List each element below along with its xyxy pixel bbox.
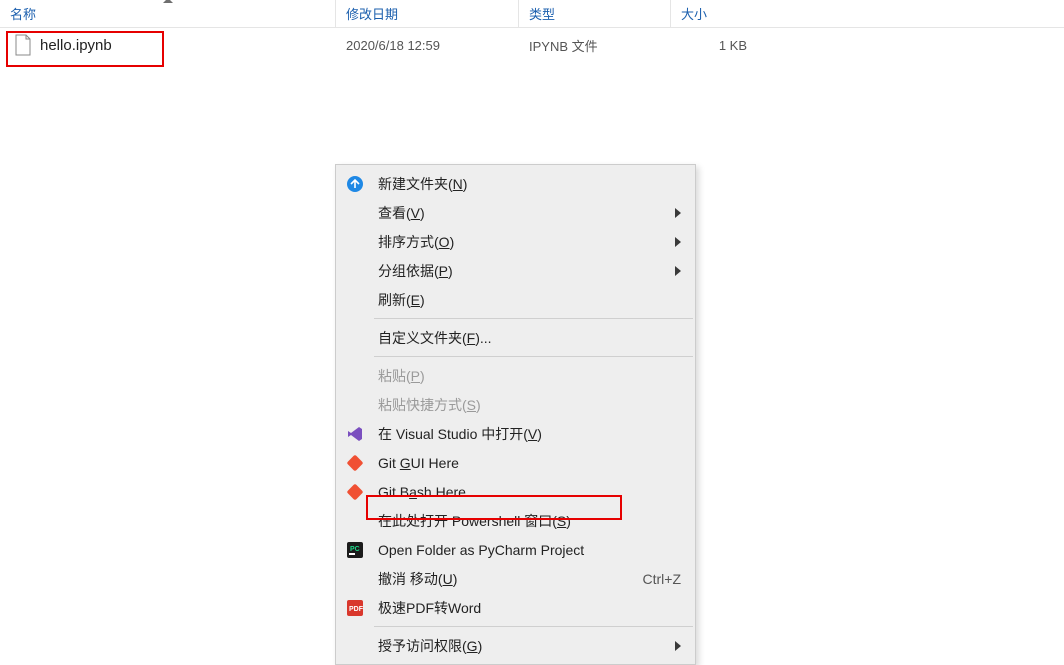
submenu-arrow-icon (675, 237, 681, 247)
col-name-label: 名称 (10, 4, 36, 23)
menu-separator (374, 356, 693, 357)
menu-pdf-to-word[interactable]: PDF 极速PDF转Word (336, 593, 695, 622)
col-header-date[interactable]: 修改日期 (336, 0, 519, 27)
col-size-label: 大小 (681, 4, 707, 23)
submenu-arrow-icon (675, 641, 681, 651)
svg-text:PC: PC (350, 546, 360, 553)
col-type-label: 类型 (529, 4, 555, 23)
menu-customize-label: 自定义文件夹(F)... (378, 328, 681, 348)
menu-group[interactable]: 分组依据(P) (336, 256, 695, 285)
file-row[interactable]: hello.ipynb 2020/6/18 12:59 IPYNB 文件 1 K… (0, 28, 1064, 62)
file-date-cell: 2020/6/18 12:59 (336, 38, 519, 53)
menu-paste: 粘贴(P) (336, 361, 695, 390)
menu-new-folder[interactable]: 新建文件夹(N) (336, 169, 695, 198)
menu-new-folder-label: 新建文件夹(N) (378, 174, 681, 194)
menu-view-label: 查看(V) (378, 203, 675, 223)
menu-refresh-label: 刷新(E) (378, 290, 681, 310)
menu-separator (374, 318, 693, 319)
menu-undo-move[interactable]: 撤消 移动(U) Ctrl+Z (336, 564, 695, 593)
git-icon (346, 454, 364, 472)
submenu-arrow-icon (675, 266, 681, 276)
menu-open-vs[interactable]: 在 Visual Studio 中打开(V) (336, 419, 695, 448)
visual-studio-icon (346, 425, 364, 443)
menu-paste-shortcut: 粘贴快捷方式(S) (336, 390, 695, 419)
menu-pdf-label: 极速PDF转Word (378, 598, 681, 618)
col-date-label: 修改日期 (346, 4, 398, 23)
menu-git-bash-label: Git Bash Here (378, 484, 681, 500)
sort-asc-icon (163, 0, 173, 3)
file-name-label: hello.ipynb (40, 37, 112, 54)
menu-open-pycharm[interactable]: PC Open Folder as PyCharm Project (336, 535, 695, 564)
pdf-icon: PDF (346, 599, 364, 617)
menu-powershell-label: 在此处打开 Powershell 窗口(S) (378, 511, 681, 531)
git-icon (346, 483, 364, 501)
menu-view[interactable]: 查看(V) (336, 198, 695, 227)
menu-sort-label: 排序方式(O) (378, 232, 675, 252)
pycharm-icon: PC (346, 541, 364, 559)
col-header-name[interactable]: 名称 (0, 0, 336, 27)
file-icon (14, 34, 32, 56)
menu-separator (374, 626, 693, 627)
new-folder-icon (346, 175, 364, 193)
explorer-column-header: 名称 修改日期 类型 大小 (0, 0, 1064, 28)
menu-paste-shortcut-label: 粘贴快捷方式(S) (378, 395, 681, 415)
menu-git-gui-label: Git GUI Here (378, 455, 681, 471)
menu-undo-move-label: 撤消 移动(U) (378, 569, 623, 589)
file-name-cell: hello.ipynb (0, 34, 336, 56)
col-header-size[interactable]: 大小 (671, 0, 759, 27)
col-header-type[interactable]: 类型 (519, 0, 671, 27)
menu-refresh[interactable]: 刷新(E) (336, 285, 695, 314)
menu-customize-folder[interactable]: 自定义文件夹(F)... (336, 323, 695, 352)
menu-sort[interactable]: 排序方式(O) (336, 227, 695, 256)
submenu-arrow-icon (675, 208, 681, 218)
menu-pycharm-label: Open Folder as PyCharm Project (378, 542, 681, 558)
menu-undo-shortcut: Ctrl+Z (643, 571, 682, 587)
file-size-cell: 1 KB (671, 38, 759, 53)
menu-paste-label: 粘贴(P) (378, 366, 681, 386)
context-menu: 新建文件夹(N) 查看(V) 排序方式(O) 分组依据(P) 刷新(E) 自定义… (335, 164, 696, 665)
menu-grant-access[interactable]: 授予访问权限(G) (336, 631, 695, 660)
menu-open-vs-label: 在 Visual Studio 中打开(V) (378, 424, 681, 444)
menu-git-bash[interactable]: Git Bash Here (336, 477, 695, 506)
svg-text:PDF: PDF (349, 606, 363, 613)
menu-open-powershell[interactable]: 在此处打开 Powershell 窗口(S) (336, 506, 695, 535)
menu-group-label: 分组依据(P) (378, 261, 675, 281)
file-type-cell: IPYNB 文件 (519, 36, 671, 55)
menu-git-gui[interactable]: Git GUI Here (336, 448, 695, 477)
